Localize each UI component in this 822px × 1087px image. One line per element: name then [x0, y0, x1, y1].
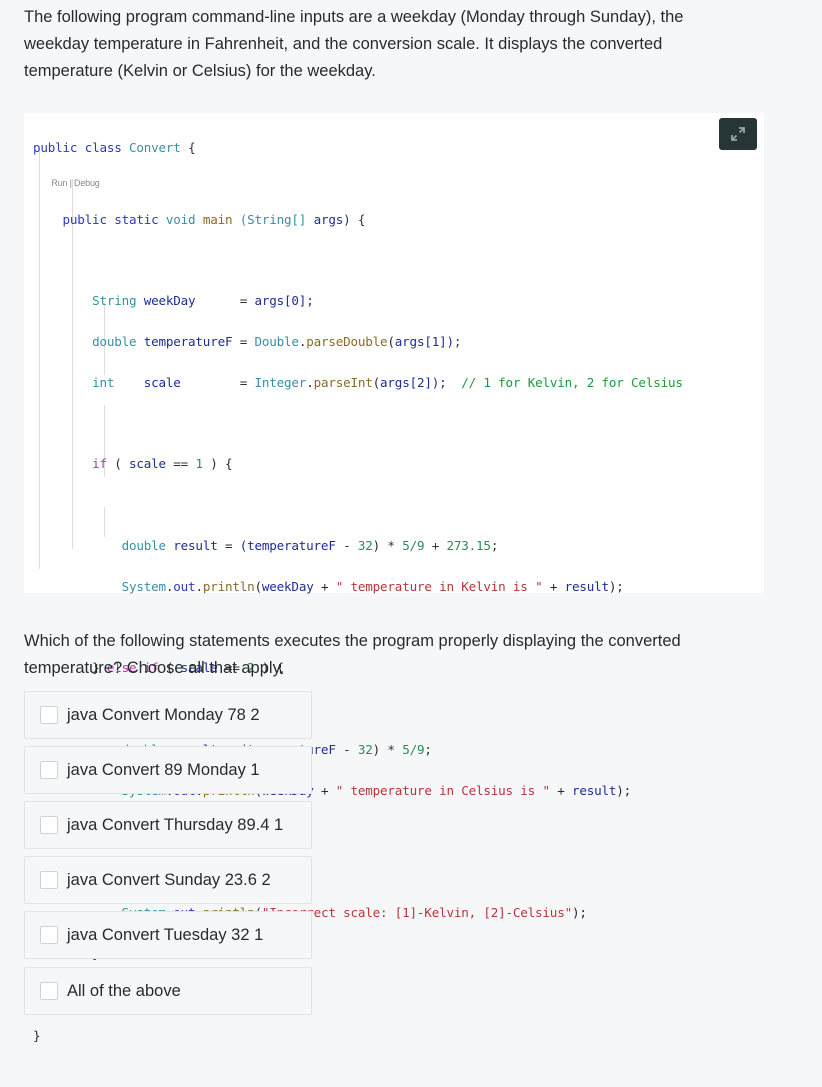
option-label[interactable]: java Convert 89 Monday 1: [67, 761, 260, 780]
code-line-scale: int scale = Integer.parseInt(args[2]); /…: [92, 374, 683, 390]
code-line-temperature: double temperatureF = Double.parseDouble…: [92, 334, 462, 349]
description-line: The following program command-line input…: [24, 8, 684, 26]
answer-option[interactable]: java Convert Sunday 23.6 2: [24, 856, 312, 904]
expand-button[interactable]: [719, 118, 757, 150]
code-line-class: public class Convert {: [33, 140, 196, 156]
code-line-close: }: [33, 1027, 41, 1043]
answer-option[interactable]: java Convert Tuesday 32 1: [24, 911, 312, 959]
option-checkbox[interactable]: [40, 706, 58, 724]
answer-option[interactable]: java Convert Thursday 89.4 1: [24, 801, 312, 849]
question-line: temperature? Choose all that apply.: [24, 659, 285, 677]
code-line-kelvin-print: System.out.println(weekDay + " temperatu…: [121, 578, 624, 594]
option-checkbox[interactable]: [40, 982, 58, 1000]
answer-option[interactable]: All of the above: [24, 967, 312, 1015]
option-label[interactable]: java Convert Thursday 89.4 1: [67, 816, 283, 835]
problem-description: The following program command-line input…: [24, 4, 784, 85]
option-label[interactable]: java Convert Tuesday 32 1: [67, 926, 263, 945]
expand-arrows-icon: [731, 127, 745, 141]
codelens-run-debug[interactable]: Run | Debug: [33, 177, 683, 189]
option-label[interactable]: java Convert Sunday 23.6 2: [67, 871, 271, 890]
option-checkbox[interactable]: [40, 816, 58, 834]
question-line: Which of the following statements execut…: [24, 632, 681, 650]
code-line-kelvin-calc: double result = (temperatureF - 32) * 5/…: [121, 537, 499, 553]
description-line: weekday temperature in Fahrenheit, and t…: [24, 35, 663, 53]
option-label[interactable]: java Convert Monday 78 2: [67, 706, 260, 725]
answer-option[interactable]: java Convert 89 Monday 1: [24, 746, 312, 794]
option-checkbox[interactable]: [40, 926, 58, 944]
question-prompt: Which of the following statements execut…: [24, 628, 784, 682]
option-label[interactable]: All of the above: [67, 982, 181, 1001]
answer-option[interactable]: java Convert Monday 78 2: [24, 691, 312, 739]
option-checkbox[interactable]: [40, 761, 58, 779]
option-checkbox[interactable]: [40, 871, 58, 889]
code-line-if: if ( scale == 1 ) {: [92, 456, 233, 472]
code-image: public class Convert { Run | Debug publi…: [24, 113, 764, 1043]
code-line-weekday: String weekDay = args[0];: [92, 293, 314, 309]
description-line: temperature (Kelvin or Celsius) for the …: [24, 62, 376, 80]
code-line-main: public static void main (String[] args) …: [62, 211, 366, 227]
